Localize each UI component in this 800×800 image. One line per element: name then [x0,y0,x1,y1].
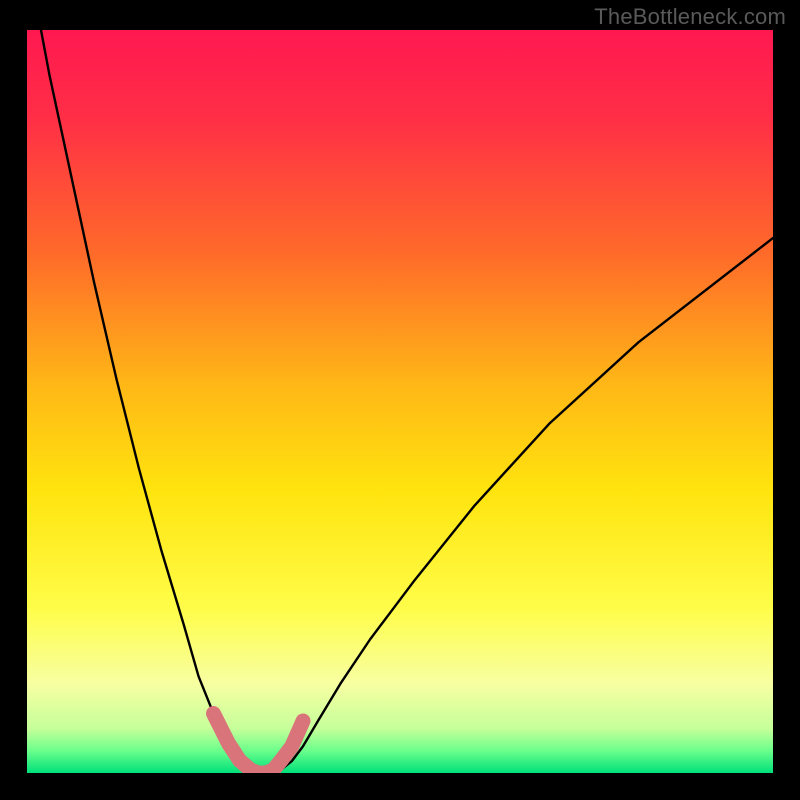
plot-background [27,30,773,773]
chart-frame: TheBottleneck.com [0,0,800,800]
watermark-text: TheBottleneck.com [594,4,786,30]
bottleneck-chart [0,0,800,800]
